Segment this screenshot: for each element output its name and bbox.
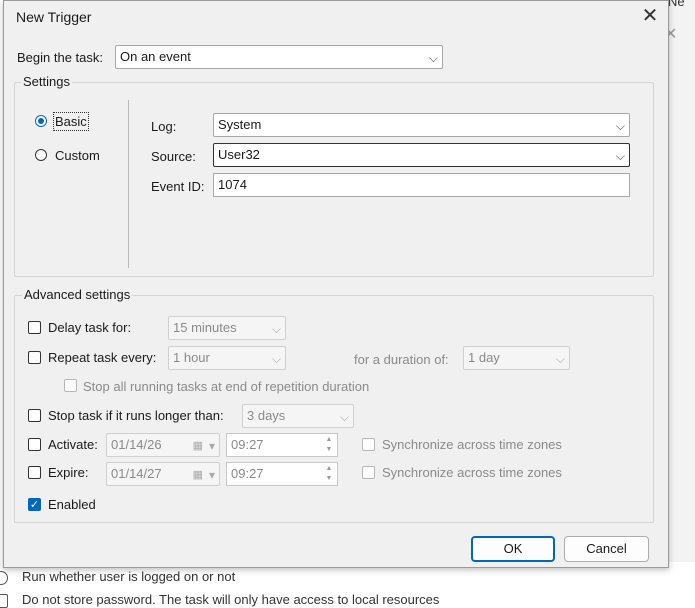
radio-basic-label[interactable]: Basic [53,112,89,131]
radio-custom-label[interactable]: Custom [55,148,100,163]
event-id-input[interactable]: 1074 [213,173,630,197]
calendar-icon: ▦ [192,469,203,481]
repeat-task-checkbox[interactable] [28,351,41,364]
advanced-settings-title: Advanced settings [22,287,133,302]
chevron-down-icon: ⌵ [428,51,438,65]
background-do-not-store-text: Do not store password. The task will onl… [22,592,440,607]
background-checkbox [0,594,8,608]
duration-value: 1 day [468,350,500,365]
source-value: User32 [218,147,260,162]
dialog-title: New Trigger [16,9,92,25]
delay-task-checkbox[interactable] [28,321,41,334]
log-value: System [218,117,262,132]
ok-button[interactable]: OK [471,536,555,562]
spin-down-icon[interactable]: ▼ [323,445,335,455]
delay-task-value: 15 minutes [173,320,237,335]
radio-custom[interactable] [35,149,47,161]
chevron-down-icon: ⌵ [555,352,565,366]
cancel-button[interactable]: Cancel [564,536,649,562]
settings-group-title: Settings [21,74,72,89]
log-dropdown[interactable]: System ⌵ [213,113,630,137]
stop-longer-checkbox[interactable] [28,409,41,422]
delay-task-dropdown[interactable]: 15 minutes ⌵ [168,316,286,340]
chevron-down-icon: ⌵ [271,322,281,336]
stop-running-tasks-label: Stop all running tasks at end of repetit… [83,379,370,394]
chevron-down-icon: ⌵ [615,149,625,163]
chevron-down-icon: ⌵ [339,410,349,424]
stop-longer-dropdown[interactable]: 3 days ⌵ [242,404,354,428]
activate-time-value: 09:27 [231,437,264,452]
close-icon[interactable]: ✕ [637,5,663,27]
repeat-task-label[interactable]: Repeat task every: [48,350,156,365]
calendar-icon: ▦ [192,440,203,452]
activate-date-picker[interactable]: 01/14/26 ▦ ▾ [106,433,220,457]
chevron-down-icon: ▾ [208,468,215,482]
background-run-whether-text: Run whether user is logged on or not [22,569,236,584]
expire-checkbox[interactable] [28,466,41,479]
expire-sync-label: Synchronize across time zones [382,465,562,480]
activate-date-value: 01/14/26 [111,437,162,452]
source-dropdown[interactable]: User32 ⌵ [213,143,630,167]
radio-basic[interactable] [35,115,47,127]
expire-date-value: 01/14/27 [111,466,162,481]
activate-sync-checkbox[interactable] [362,438,375,451]
checkmark-icon: ✓ [29,499,40,511]
expire-time-spinner[interactable]: 09:27 ▲ ▼ [226,462,338,486]
duration-label: for a duration of: [354,352,449,367]
begin-task-value: On an event [120,49,191,64]
enabled-checkbox[interactable]: ✓ [28,498,41,511]
new-trigger-dialog: New Trigger ✕ Begin the task: On an even… [3,0,669,568]
chevron-down-icon: ▾ [208,439,215,453]
spin-up-icon[interactable]: ▲ [323,464,335,474]
expire-time-value: 09:27 [231,466,264,481]
log-label: Log: [151,119,177,134]
enabled-label[interactable]: Enabled [48,497,96,512]
activate-label[interactable]: Activate: [48,437,98,452]
delay-task-label[interactable]: Delay task for: [48,320,131,335]
chevron-down-icon: ⌵ [271,352,281,366]
repeat-task-dropdown[interactable]: 1 hour ⌵ [168,346,286,370]
stop-longer-label[interactable]: Stop task if it runs longer than: [48,408,224,423]
settings-separator [128,100,129,268]
activate-time-spinner[interactable]: 09:27 ▲ ▼ [226,433,338,457]
expire-label[interactable]: Expire: [48,465,88,480]
event-id-label: Event ID: [151,179,205,194]
spin-up-icon[interactable]: ▲ [323,435,335,445]
duration-dropdown[interactable]: 1 day ⌵ [463,346,570,370]
stop-longer-value: 3 days [247,408,286,423]
activate-checkbox[interactable] [28,438,41,451]
activate-sync-label: Synchronize across time zones [382,437,562,452]
expire-sync-checkbox[interactable] [362,466,375,479]
repeat-task-value: 1 hour [173,350,210,365]
chevron-down-icon: ⌵ [615,119,625,133]
expire-date-picker[interactable]: 01/14/27 ▦ ▾ [106,462,220,486]
begin-task-label: Begin the task: [17,50,103,65]
background-corner-text: Ne [668,0,685,9]
spin-down-icon[interactable]: ▼ [323,474,335,484]
stop-running-tasks-checkbox[interactable] [64,379,77,392]
source-label: Source: [151,149,196,164]
begin-task-dropdown[interactable]: On an event ⌵ [115,45,443,69]
